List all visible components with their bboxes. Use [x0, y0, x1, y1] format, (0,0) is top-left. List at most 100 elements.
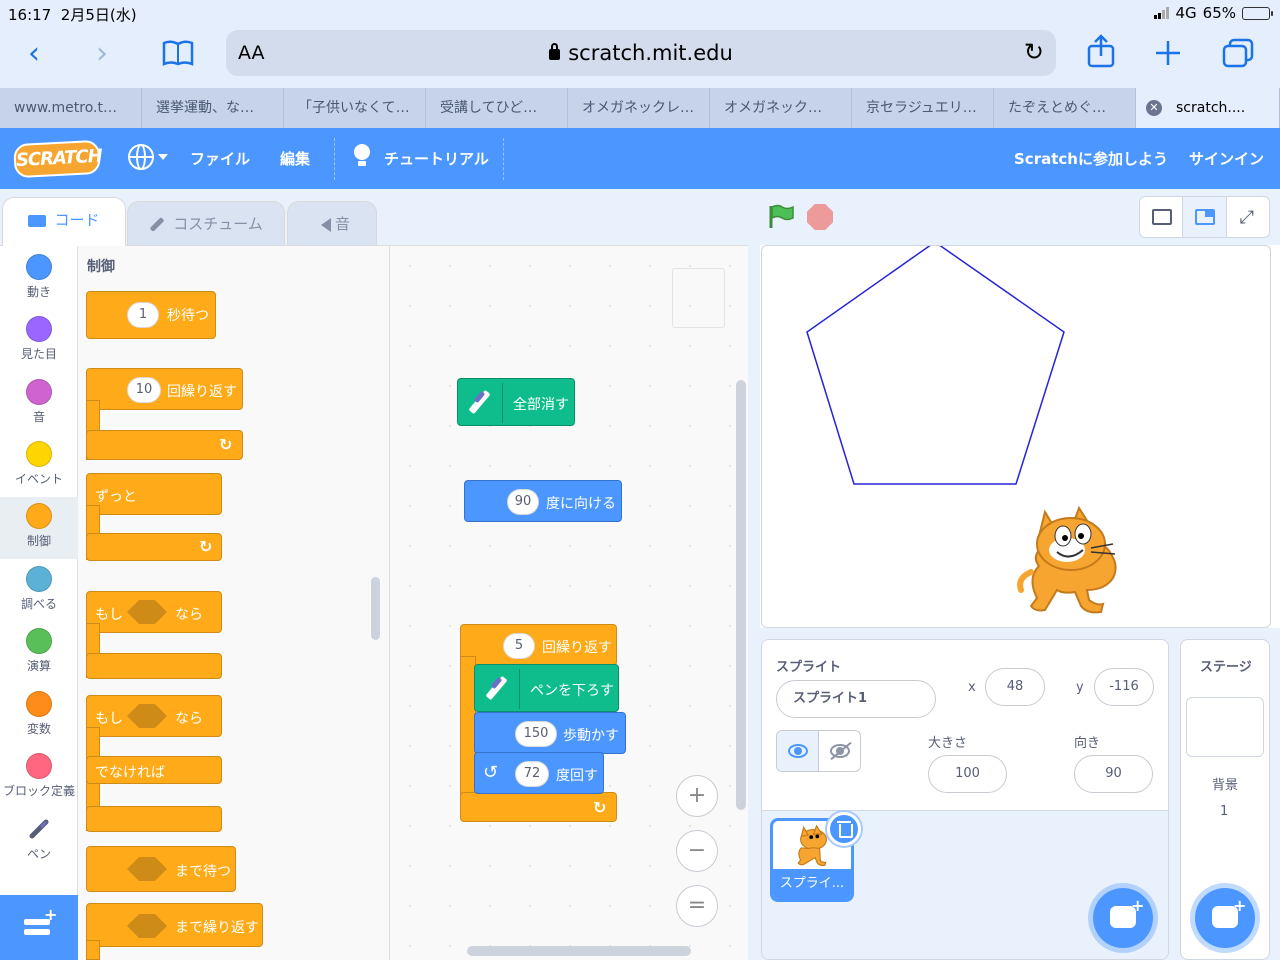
block-label: 全部消す — [513, 397, 569, 413]
pen-icon — [462, 385, 498, 421]
repeat-until-block[interactable]: まで繰り返す — [86, 903, 263, 947]
large-stage-button[interactable] — [1183, 197, 1227, 237]
turn-block[interactable]: ↺ 72 度回す — [474, 752, 604, 794]
category-sensing[interactable]: 調べる — [0, 560, 78, 622]
category-events[interactable]: イベント — [0, 435, 78, 497]
back-icon[interactable]: ‹ — [14, 34, 54, 74]
tab-costumes[interactable]: コスチューム — [127, 201, 285, 245]
stop-icon[interactable] — [807, 204, 833, 230]
stage-thumbnail[interactable] — [1186, 697, 1264, 757]
category-operators[interactable]: 演算 — [0, 622, 78, 684]
pen-down-block[interactable]: ペンを下ろす — [474, 664, 619, 712]
zoom-in-button[interactable]: + — [676, 775, 718, 817]
pen-clear-block[interactable]: 全部消す — [457, 378, 575, 426]
category-pen[interactable]: ペン — [0, 810, 78, 872]
add-sprite-button[interactable]: + — [1093, 888, 1153, 948]
y-position-field[interactable]: -116 — [1094, 668, 1154, 706]
address-bar[interactable]: AA scratch.mit.edu ↻ — [226, 30, 1056, 76]
scratch-logo[interactable]: SCRATCH — [13, 139, 102, 179]
browser-tab-active[interactable]: ✕ scratch.... — [1136, 88, 1280, 128]
direction-input[interactable]: 90 — [507, 489, 539, 515]
share-icon[interactable] — [1087, 34, 1115, 68]
point-in-direction-block[interactable]: 90 度に向ける — [464, 480, 622, 522]
new-tab-icon[interactable] — [1155, 40, 1181, 66]
direction-field[interactable]: 90 — [1074, 755, 1153, 793]
edit-menu[interactable]: 編集 — [280, 148, 310, 169]
wait-seconds-block[interactable]: 1 秒待つ — [86, 291, 216, 339]
category-looks[interactable]: 見た目 — [0, 310, 78, 372]
degrees-input[interactable]: 72 — [515, 761, 549, 787]
show-sprite-button[interactable] — [777, 731, 819, 771]
palette-scrollbar[interactable] — [371, 577, 380, 640]
browser-tab[interactable]: オメガネック… — [710, 88, 852, 128]
status-bar: 16:17 2月5日(水) 4G 65% — [0, 0, 1280, 26]
browser-tab[interactable]: たぞえとめぐ… — [994, 88, 1136, 128]
if-else-block[interactable]: もし なら — [86, 695, 222, 737]
browser-tab[interactable]: 「子供いなくて… — [284, 88, 426, 128]
visibility-toggle — [776, 730, 861, 772]
if-then-block[interactable]: もし なら — [86, 591, 222, 633]
add-extension-button[interactable]: + — [0, 895, 78, 960]
sprite-name-field[interactable]: スプライト1 — [776, 680, 936, 718]
tab-sounds-label: 音 — [334, 215, 350, 233]
small-stage-button[interactable] — [1140, 197, 1184, 237]
zoom-out-button[interactable]: − — [676, 830, 718, 872]
workspace-vertical-scrollbar[interactable] — [736, 380, 746, 810]
forever-block[interactable]: ずっと — [86, 473, 222, 515]
category-control[interactable]: 制御 — [0, 497, 78, 559]
repeat-block[interactable]: 10 回繰り返す — [86, 368, 243, 410]
condition-slot[interactable] — [127, 857, 167, 881]
condition-slot[interactable] — [127, 914, 167, 938]
size-field[interactable]: 100 — [928, 755, 1007, 793]
repeat-count-input[interactable]: 10 — [127, 377, 161, 403]
browser-tab[interactable]: 京セラジュエリ… — [852, 88, 994, 128]
category-sound[interactable]: 音 — [0, 373, 78, 435]
green-flag-icon[interactable] — [768, 204, 794, 228]
sign-in-link[interactable]: サインイン — [1189, 148, 1264, 169]
forward-icon[interactable]: › — [82, 34, 122, 74]
repeat-count-input[interactable]: 5 — [503, 633, 535, 659]
block-label: 歩動かす — [563, 728, 619, 744]
bookmarks-icon[interactable] — [162, 40, 194, 66]
palette-section-title: 制御 — [87, 259, 115, 275]
pen-icon — [479, 671, 515, 707]
browser-tab[interactable]: www.metro.t… — [0, 88, 142, 128]
fullscreen-button[interactable]: ⤢ — [1227, 197, 1269, 237]
language-globe-icon[interactable] — [128, 144, 154, 170]
stage-canvas[interactable] — [761, 245, 1271, 628]
file-menu[interactable]: ファイル — [190, 148, 250, 169]
condition-slot[interactable] — [127, 704, 167, 728]
join-scratch-link[interactable]: Scratchに参加しよう — [1014, 148, 1168, 169]
tabs-overview-icon[interactable] — [1222, 38, 1254, 68]
add-backdrop-button[interactable]: + — [1195, 888, 1255, 948]
repeat-block-script[interactable]: 5 回繰り返す — [460, 624, 617, 666]
browser-tab[interactable]: 受講してひど… — [426, 88, 568, 128]
if-else-block-bottom — [86, 806, 222, 832]
category-motion[interactable]: 動き — [0, 248, 78, 310]
brush-icon — [149, 217, 165, 232]
pen-icon — [29, 819, 49, 839]
condition-slot[interactable] — [127, 600, 167, 624]
close-tab-icon[interactable]: ✕ — [1146, 100, 1162, 116]
browser-tab[interactable]: オメガネックレ… — [568, 88, 710, 128]
large-stage-icon — [1195, 209, 1216, 225]
tab-sounds[interactable]: 音 — [287, 201, 377, 245]
tab-code[interactable]: コード — [2, 197, 126, 246]
speaker-icon — [314, 217, 331, 232]
wait-until-block[interactable]: まで待つ — [86, 846, 236, 892]
reload-icon[interactable]: ↻ — [1024, 38, 1044, 66]
delete-sprite-icon[interactable] — [827, 812, 861, 846]
zoom-reset-button[interactable]: = — [676, 885, 718, 927]
browser-tab[interactable]: 選挙運動、な… — [142, 88, 284, 128]
tab-costumes-label: コスチューム — [173, 215, 263, 233]
steps-input[interactable]: 150 — [515, 721, 557, 747]
category-my-blocks[interactable]: ブロック定義 — [0, 747, 78, 809]
status-time: 16:17 2月5日(水) — [8, 6, 137, 24]
tutorials-menu[interactable]: チュートリアル — [384, 148, 489, 169]
move-steps-block[interactable]: 150 歩動かす — [474, 712, 626, 754]
category-variables[interactable]: 変数 — [0, 685, 78, 747]
wait-seconds-input[interactable]: 1 — [127, 302, 159, 328]
x-position-field[interactable]: 48 — [985, 668, 1045, 706]
workspace-horizontal-scrollbar[interactable] — [467, 946, 691, 956]
hide-sprite-button[interactable] — [819, 731, 860, 771]
